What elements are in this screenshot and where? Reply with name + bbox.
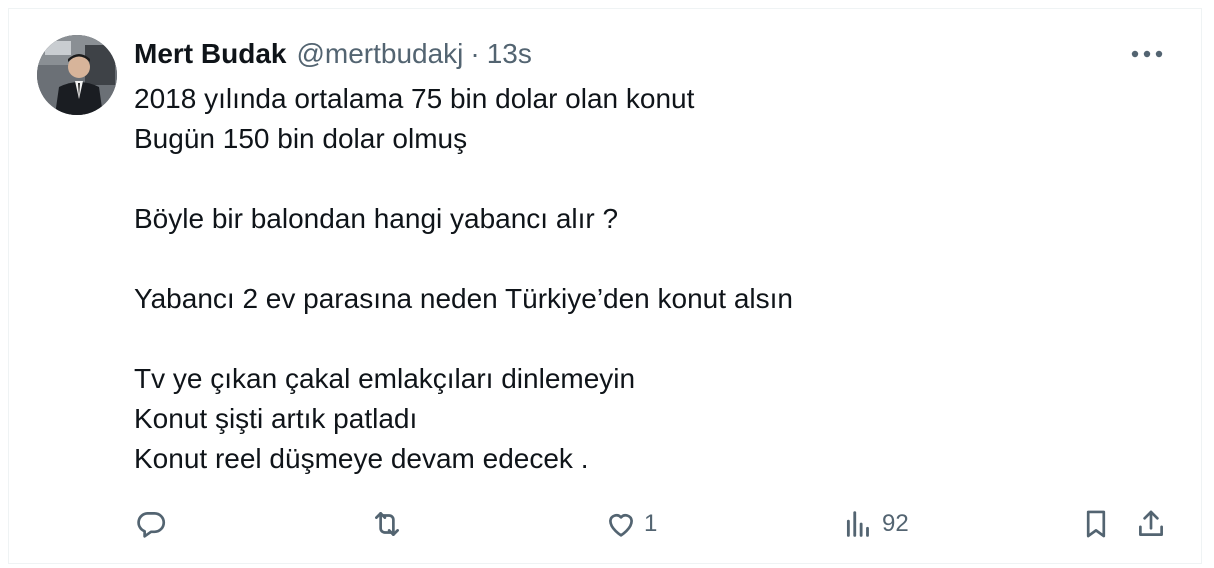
tweet-text-line: 2018 yılında ortalama 75 bin dolar olan … bbox=[134, 83, 695, 114]
tweet-actions: 1 92 bbox=[134, 504, 1174, 544]
tweet-text-line: Konut şişti artık patladı bbox=[134, 403, 418, 434]
bookmark-icon bbox=[1079, 507, 1113, 541]
author-avatar[interactable] bbox=[37, 35, 117, 115]
tweet-text-line bbox=[134, 159, 1174, 199]
header-separator: · bbox=[470, 38, 480, 69]
tweet-text-line bbox=[134, 319, 1174, 359]
tweet-text: 2018 yılında ortalama 75 bin dolar olan … bbox=[134, 79, 1174, 479]
bookmark-button[interactable] bbox=[1079, 504, 1113, 544]
author-handle[interactable]: @mertbudakj bbox=[296, 37, 463, 71]
like-icon bbox=[604, 507, 638, 541]
tweet-text-line: Tv ye çıkan çakal emlakçıları dinlemeyin bbox=[134, 363, 636, 394]
like-button[interactable]: 1 bbox=[604, 504, 657, 544]
more-horizontal-icon bbox=[1130, 49, 1164, 59]
tweet-text-line: Konut reel düşmeye devam edecek . bbox=[134, 443, 589, 474]
tweet-card[interactable]: Mert Budak @mertbudakj · 13s 2018 yılınd… bbox=[8, 8, 1202, 564]
views-icon bbox=[842, 507, 876, 541]
tweet-text-line: Böyle bir balondan hangi yabancı alır ? bbox=[134, 203, 619, 234]
author-display-name[interactable]: Mert Budak bbox=[134, 37, 286, 71]
repost-button[interactable] bbox=[369, 504, 405, 544]
views-count: 92 bbox=[882, 510, 909, 537]
more-options-button[interactable] bbox=[1127, 39, 1167, 69]
avatar-photo bbox=[37, 35, 117, 115]
tweet-text-line: Yabancı 2 ev parasına neden Türkiye’den … bbox=[134, 283, 793, 314]
tweet-text-line: Bugün 150 bin dolar olmuş bbox=[134, 123, 468, 154]
reply-icon bbox=[134, 507, 168, 541]
like-count: 1 bbox=[644, 510, 658, 537]
tweet-header: Mert Budak @mertbudakj · 13s bbox=[134, 37, 532, 71]
views-button[interactable]: 92 bbox=[842, 504, 909, 544]
tweet-text-line bbox=[134, 239, 1174, 279]
reply-button[interactable] bbox=[134, 504, 168, 544]
share-button[interactable] bbox=[1134, 504, 1168, 544]
share-icon bbox=[1134, 507, 1168, 541]
repost-icon bbox=[369, 507, 405, 541]
post-timestamp[interactable]: 13s bbox=[487, 37, 532, 71]
